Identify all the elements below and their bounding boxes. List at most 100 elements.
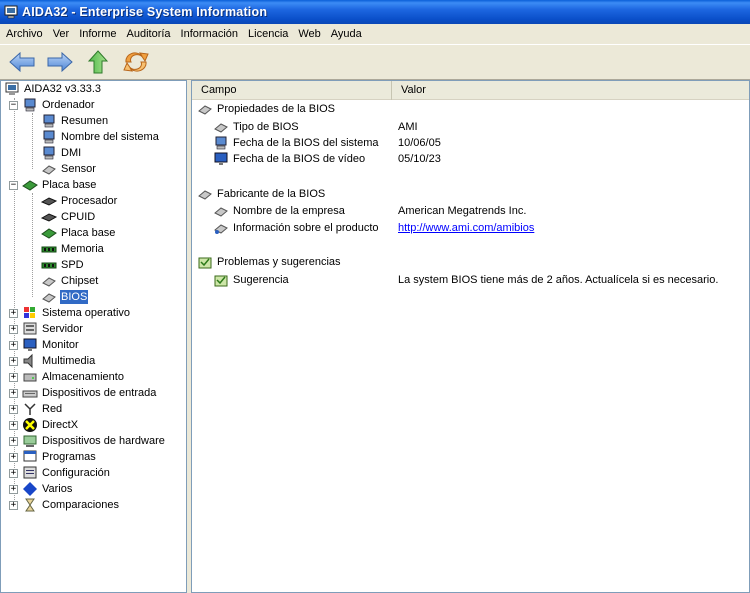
product-info-link[interactable]: http://www.ami.com/amibios [398,220,534,236]
tree-item-servidor[interactable]: Servidor [22,321,84,337]
list-row[interactable]: Información sobre el producto http://www… [213,220,743,236]
tree-item-dmi[interactable]: DMI [41,145,82,161]
menu-bar: Archivo Ver Informe Auditoría Informació… [0,24,750,44]
aida-computer-icon [5,82,19,95]
processor-icon [41,213,57,222]
up-button[interactable] [80,47,116,77]
toolbar [0,44,750,80]
expand-toggle[interactable]: + [9,485,18,494]
motherboard-icon [22,180,38,191]
collapse-placa-base-toggle[interactable]: − [9,181,18,190]
collapse-ordenador-toggle[interactable]: − [9,101,18,110]
tree-item-multimedia[interactable]: Multimedia [22,353,96,369]
menu-archivo[interactable]: Archivo [1,24,48,44]
chip-icon [214,123,228,133]
suggestion-icon [198,257,212,269]
suggestion-icon [214,275,228,287]
expand-toggle[interactable]: + [9,421,18,430]
list-row[interactable]: Tipo de BIOS AMI [213,119,743,135]
column-header-valor[interactable]: Valor [392,81,749,100]
memory-icon [41,246,57,253]
tree-connector [32,113,33,169]
tree-root[interactable]: AIDA32 v3.33.3 [4,81,102,97]
tree-item-bios[interactable]: BIOS [41,289,89,305]
refresh-icon [123,52,149,72]
details-list: Campo Valor Propiedades de la BIOS Tipo … [191,80,750,593]
chip-icon [198,105,212,115]
expand-toggle[interactable]: + [9,389,18,398]
expand-toggle[interactable]: + [9,469,18,478]
expand-toggle[interactable]: + [9,309,18,318]
computer-icon [43,146,55,160]
tree-item-resumen[interactable]: Resumen [41,113,109,129]
list-row[interactable]: Sugerencia La system BIOS tiene más de 2… [213,272,743,288]
menu-web[interactable]: Web [293,24,325,44]
tree-item-nombre-sistema[interactable]: Nombre del sistema [41,129,160,145]
up-arrow-icon [87,50,109,74]
tree-item-comparaciones[interactable]: Comparaciones [22,497,120,513]
configuration-icon [23,466,37,479]
list-row[interactable]: Fecha de la BIOS de vídeo 05/10/23 [213,151,743,167]
monitor-icon [23,338,37,351]
list-row[interactable]: Nombre de la empresa American Megatrends… [213,203,743,219]
tree-item-placa-base[interactable]: Placa base [41,225,116,241]
tree-item-sensor[interactable]: Sensor [41,161,97,177]
tree-item-spd[interactable]: SPD [41,257,85,273]
tree-connector [32,193,33,297]
forward-arrow-icon [47,51,73,73]
menu-licencia[interactable]: Licencia [243,24,293,44]
tree-item-configuracion[interactable]: Configuración [22,465,111,481]
hourglass-icon [25,498,35,512]
refresh-button[interactable] [118,47,154,77]
back-button[interactable] [4,47,40,77]
tree-item-ordenador[interactable]: Ordenador [22,97,96,113]
expand-toggle[interactable]: + [9,437,18,446]
monitor-icon [214,152,228,165]
computer-icon [215,136,227,150]
back-arrow-icon [9,51,35,73]
computer-icon [43,130,55,144]
tree-item-monitor[interactable]: Monitor [22,337,80,353]
tree-item-memoria[interactable]: Memoria [41,241,105,257]
tree-item-sistema-operativo[interactable]: Sistema operativo [22,305,131,321]
tree-item-placa-base-group[interactable]: Placa base [22,177,97,193]
window-title: AIDA32 - Enterprise System Information [22,5,268,19]
tree-item-directx[interactable]: DirectX [22,417,79,433]
programs-icon [23,450,37,462]
group-header: Problemas y sugerencias [197,254,342,270]
chip-link-icon [214,224,228,234]
tree-item-dispositivos-hardware[interactable]: Dispositivos de hardware [22,433,166,449]
expand-toggle[interactable]: + [9,373,18,382]
tree-item-cpuid[interactable]: CPUID [41,209,96,225]
expand-toggle[interactable]: + [9,501,18,510]
hardware-icon [23,435,37,447]
tree-item-procesador[interactable]: Procesador [41,193,118,209]
tree-item-programas[interactable]: Programas [22,449,97,465]
chip-icon [198,190,212,200]
expand-toggle[interactable]: + [9,405,18,414]
directx-icon [23,418,37,432]
chip-icon [42,293,56,303]
tree-item-varios[interactable]: Varios [22,481,73,497]
keyboard-icon [22,390,38,398]
tree-item-almacenamiento[interactable]: Almacenamiento [22,369,125,385]
menu-ver[interactable]: Ver [48,24,75,44]
tree-item-red[interactable]: Red [22,401,63,417]
forward-button[interactable] [42,47,78,77]
tree-item-dispositivos-entrada[interactable]: Dispositivos de entrada [22,385,157,401]
list-header: Campo Valor [192,81,749,100]
chip-icon [42,165,56,175]
expand-toggle[interactable]: + [9,453,18,462]
column-header-campo[interactable]: Campo [192,81,392,100]
network-icon [24,403,36,415]
expand-toggle[interactable]: + [9,357,18,366]
tree-item-chipset[interactable]: Chipset [41,273,99,289]
menu-informe[interactable]: Informe [74,24,121,44]
menu-informacion[interactable]: Información [176,24,243,44]
expand-toggle[interactable]: + [9,341,18,350]
menu-auditoria[interactable]: Auditoría [122,24,176,44]
title-bar: AIDA32 - Enterprise System Information [0,0,750,24]
menu-ayuda[interactable]: Ayuda [326,24,367,44]
expand-toggle[interactable]: + [9,325,18,334]
list-row[interactable]: Fecha de la BIOS del sistema 10/06/05 [213,135,743,151]
